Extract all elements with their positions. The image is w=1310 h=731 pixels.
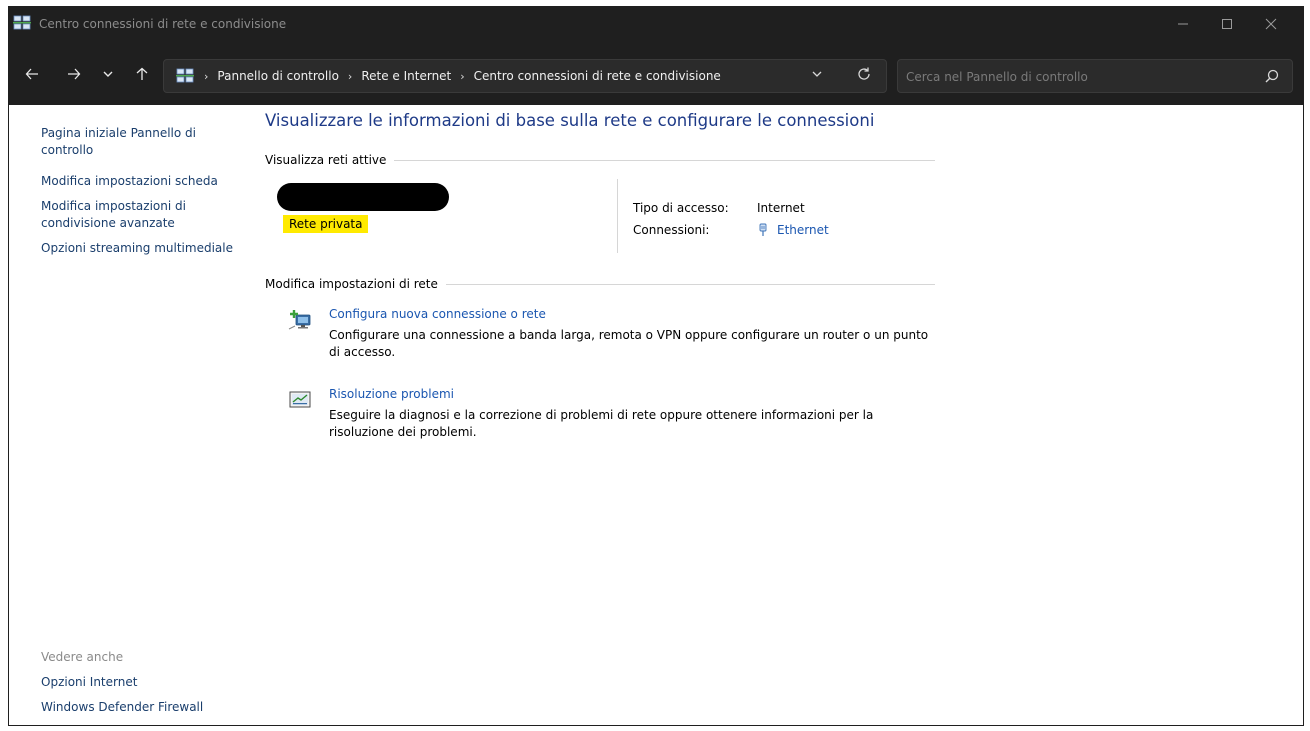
access-type-row: Tipo di accesso: Internet [633, 197, 829, 219]
refresh-button[interactable] [856, 66, 872, 86]
see-also-header: Vedere anche [41, 650, 124, 664]
search-icon[interactable] [1264, 68, 1280, 84]
recent-locations-button[interactable] [97, 63, 119, 85]
network-center-icon [13, 15, 31, 30]
ethernet-connection-link[interactable]: Ethernet [757, 223, 829, 237]
window-title: Centro connessioni di rete e condivision… [39, 17, 287, 31]
sidebar-item-media-streaming[interactable]: Opzioni streaming multimediale [41, 240, 241, 257]
change-settings-label: Modifica impostazioni di rete [265, 277, 438, 291]
chevron-down-icon [103, 71, 113, 77]
breadcrumb-separator[interactable]: › [204, 70, 208, 83]
connections-label: Connessioni: [633, 223, 710, 237]
control-panel-icon [176, 68, 194, 83]
page-title: Visualizzare le informazioni di base sul… [265, 111, 875, 130]
up-button[interactable] [131, 63, 153, 85]
troubleshoot-description: Eseguire la diagnosi e la correzione di … [329, 408, 874, 439]
ethernet-link-label[interactable]: Ethernet [777, 223, 829, 237]
search-box[interactable] [897, 59, 1293, 93]
forward-arrow-icon [68, 68, 81, 80]
sidebar-item-control-panel-home[interactable]: Pagina iniziale Pannello di controllo [41, 125, 241, 159]
new-connection-icon [288, 310, 311, 330]
network-category-link[interactable]: Rete privata [283, 215, 369, 233]
forward-button[interactable] [63, 63, 85, 85]
new-connection-description: Configurare una connessione a banda larg… [329, 328, 929, 359]
close-icon [1265, 18, 1277, 30]
refresh-icon [858, 67, 870, 80]
breadcrumb-separator[interactable]: › [460, 70, 464, 83]
maximize-button[interactable] [1205, 7, 1249, 41]
back-button[interactable] [21, 63, 43, 85]
connections-row: Connessioni: Ethernet [633, 219, 829, 241]
address-bar[interactable]: › Pannello di controllo › Rete e Interne… [163, 59, 887, 93]
active-network: Rete privata [277, 183, 449, 233]
network-properties: Tipo di accesso: Internet Connessioni: E… [633, 197, 829, 241]
search-input[interactable] [906, 68, 1246, 86]
address-history-button[interactable] [812, 69, 822, 82]
sidebar-item-advanced-sharing[interactable]: Modifica impostazioni di condivisione av… [41, 198, 241, 232]
divider [445, 283, 935, 285]
vertical-divider [617, 179, 618, 253]
troubleshoot-link[interactable]: Risoluzione problemi [329, 387, 454, 401]
access-type-label: Tipo di accesso: [633, 201, 729, 215]
network-center-window: Centro connessioni di rete e condivision… [8, 6, 1304, 726]
active-networks-label: Visualizza reti attive [265, 153, 387, 167]
task-troubleshoot: Risoluzione problemi Eseguire la diagnos… [287, 387, 927, 447]
see-also-internet-options[interactable]: Opzioni Internet [41, 674, 261, 691]
breadcrumb: › Pannello di controllo › Rete e Interne… [204, 69, 721, 83]
main-content: Visualizzare le informazioni di base sul… [265, 111, 945, 439]
divider [394, 159, 935, 161]
maximize-icon [1222, 19, 1232, 29]
navigation-bar: › Pannello di controllo › Rete e Interne… [9, 43, 1303, 105]
breadcrumb-control-panel[interactable]: Pannello di controllo [217, 69, 339, 83]
ethernet-icon [759, 223, 767, 236]
breadcrumb-network-internet[interactable]: Rete e Internet [361, 69, 451, 83]
up-arrow-icon [136, 67, 148, 80]
minimize-button[interactable] [1161, 7, 1205, 41]
title-bar: Centro connessioni di rete e condivision… [9, 7, 1303, 43]
see-also-defender-firewall[interactable]: Windows Defender Firewall [41, 699, 261, 716]
sidebar-item-adapter-settings[interactable]: Modifica impostazioni scheda [41, 173, 241, 190]
task-new-connection: Configura nuova connessione o rete Confi… [287, 307, 929, 367]
new-connection-link[interactable]: Configura nuova connessione o rete [329, 307, 546, 321]
active-networks-header: Visualizza reti attive [265, 153, 935, 167]
breadcrumb-separator[interactable]: › [348, 70, 352, 83]
network-name-redacted [277, 183, 449, 211]
tasks-pane: Pagina iniziale Pannello di controllo Mo… [41, 125, 241, 265]
breadcrumb-network-center[interactable]: Centro connessioni di rete e condivision… [474, 69, 721, 83]
close-button[interactable] [1249, 7, 1293, 41]
back-arrow-icon [25, 68, 38, 80]
chevron-down-icon [812, 71, 822, 77]
troubleshoot-icon [289, 391, 311, 408]
access-type-value: Internet [757, 201, 805, 215]
minimize-icon [1178, 23, 1188, 25]
see-also-section: Vedere anche Opzioni Internet Windows De… [41, 650, 261, 724]
change-settings-header: Modifica impostazioni di rete [265, 277, 935, 291]
